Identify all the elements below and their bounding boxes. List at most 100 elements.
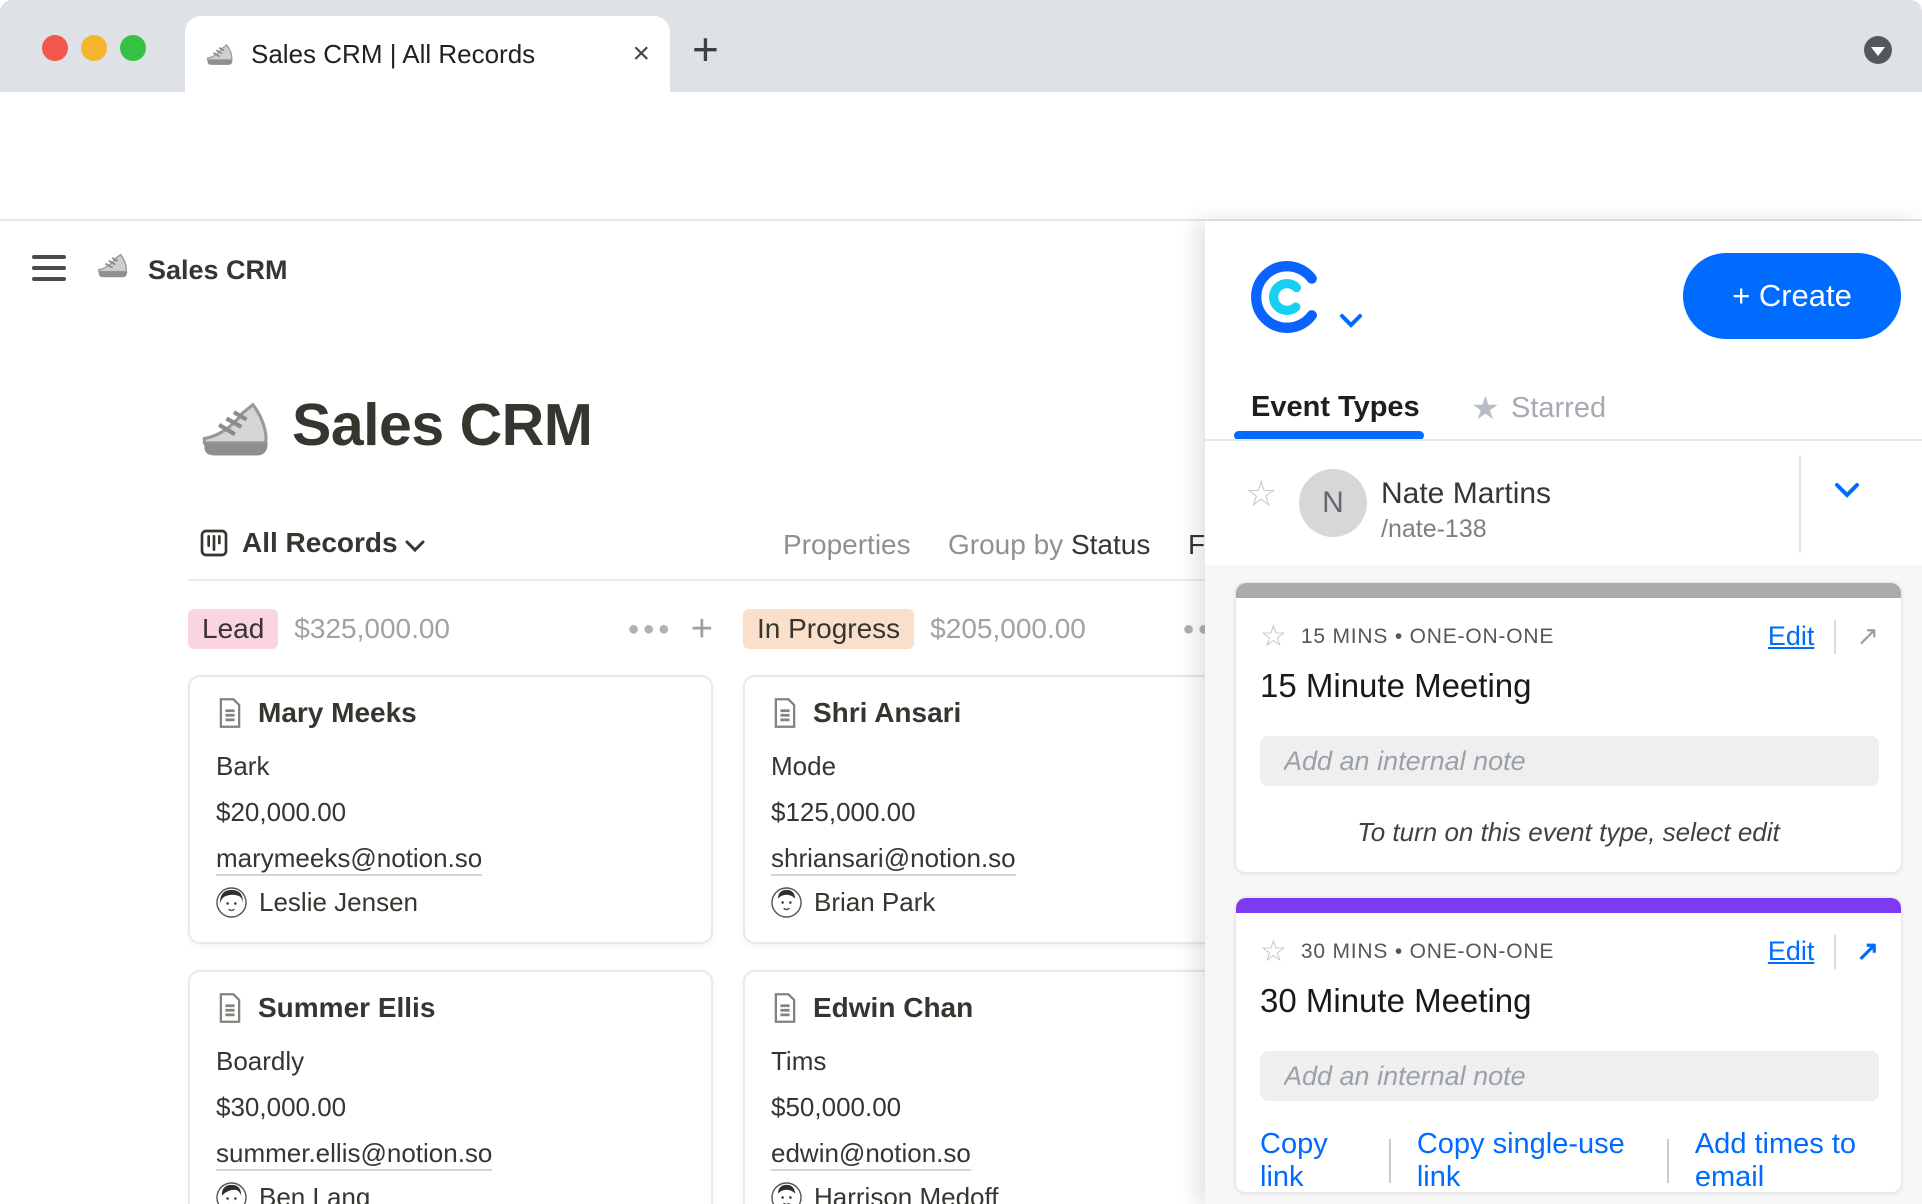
- board-column-in-progress: In Progress $205,000.00 ●●● + Shri Ansar…: [743, 603, 1268, 1204]
- tab-starred[interactable]: Starred: [1511, 392, 1606, 425]
- create-button[interactable]: + Create: [1683, 253, 1901, 339]
- column-total: $205,000.00: [930, 613, 1086, 645]
- breadcrumb-page-title[interactable]: Sales CRM: [148, 255, 288, 286]
- event-title: 30 Minute Meeting: [1260, 982, 1532, 1020]
- card-owner: Harrison Medoff: [771, 1182, 1240, 1204]
- card-amount: $20,000.00: [216, 795, 685, 829]
- internal-note-input[interactable]: [1260, 1051, 1879, 1101]
- add-times-to-email-link[interactable]: Add times to email: [1695, 1128, 1901, 1194]
- link-divider: [1389, 1139, 1391, 1183]
- edit-link[interactable]: Edit: [1768, 621, 1815, 652]
- meta-divider: [1834, 620, 1836, 654]
- hamburger-menu-icon[interactable]: [32, 255, 66, 281]
- column-header: In Progress $205,000.00 ●●● +: [743, 603, 1268, 655]
- link-divider: [1667, 1139, 1669, 1183]
- profile-row[interactable]: ☆ N Nate Martins /nate-138: [1205, 441, 1922, 565]
- tab-search-icon[interactable]: [1864, 36, 1892, 64]
- record-card[interactable]: Summer Ellis Boardly $30,000.00 summer.e…: [188, 970, 713, 1204]
- window-minimize-button[interactable]: [81, 35, 107, 61]
- event-meta-row: ☆ 30 MINS • ONE-ON-ONE Edit ↗: [1260, 934, 1879, 969]
- profile-chevron-down-icon[interactable]: [1833, 481, 1861, 499]
- tab-title: Sales CRM | All Records: [251, 39, 632, 70]
- card-company: Mode: [771, 749, 1240, 783]
- kanban-board: Lead $325,000.00 ●●● + Mary Meeks Bark $…: [188, 603, 1268, 1204]
- event-star-icon[interactable]: ☆: [1260, 934, 1287, 969]
- starred-tab-star-icon: ★: [1471, 389, 1500, 427]
- event-color-bar: [1236, 583, 1901, 598]
- event-card-15min: ☆ 15 MINS • ONE-ON-ONE Edit ↗ 15 Minute …: [1235, 582, 1902, 873]
- card-email[interactable]: marymeeks@notion.so: [216, 841, 685, 875]
- window-zoom-button[interactable]: [120, 35, 146, 61]
- page-title: Sales CRM: [292, 391, 592, 459]
- card-name: Summer Ellis: [258, 992, 435, 1024]
- card-company: Bark: [216, 749, 685, 783]
- tab-event-types[interactable]: Event Types: [1251, 391, 1420, 424]
- copy-link[interactable]: Copy link: [1260, 1128, 1363, 1194]
- doc-icon: [216, 697, 244, 729]
- column-add-icon[interactable]: +: [691, 608, 713, 651]
- record-card[interactable]: Shri Ansari Mode $125,000.00 shriansari@…: [743, 675, 1268, 944]
- tab-close-icon[interactable]: ×: [632, 39, 650, 69]
- status-badge: In Progress: [743, 609, 914, 649]
- event-meta: 15 MINS • ONE-ON-ONE: [1301, 625, 1554, 649]
- column-menu-icon[interactable]: ●●●: [628, 618, 673, 641]
- profile-divider: [1799, 455, 1801, 553]
- screenshot-root: { "browser": { "tab_title": "Sales CRM |…: [0, 0, 1922, 1204]
- meta-divider: [1834, 935, 1836, 969]
- event-star-icon[interactable]: ☆: [1260, 619, 1287, 654]
- card-company: Tims: [771, 1044, 1240, 1078]
- internal-note-input[interactable]: [1260, 736, 1879, 786]
- browser-tab[interactable]: Sales CRM | All Records ×: [185, 16, 670, 92]
- page-sneaker-icon[interactable]: [198, 393, 274, 463]
- board-view-icon: [198, 527, 230, 559]
- card-company: Boardly: [216, 1044, 685, 1078]
- profile-avatar: N: [1299, 469, 1367, 537]
- topbar-sneaker-icon: [96, 249, 130, 281]
- tab-favicon-sneaker-icon: [205, 40, 235, 68]
- profile-name: Nate Martins: [1381, 477, 1551, 511]
- owner-avatar: [216, 887, 247, 918]
- event-type-list: ☆ 15 MINS • ONE-ON-ONE Edit ↗ 15 Minute …: [1205, 565, 1922, 1204]
- card-owner: Brian Park: [771, 887, 1240, 918]
- profile-slug: /nate-138: [1381, 515, 1487, 544]
- view-chevron-down-icon[interactable]: [404, 539, 426, 553]
- card-amount: $50,000.00: [771, 1090, 1240, 1124]
- card-name: Mary Meeks: [258, 697, 417, 729]
- calendly-extension-panel: + Create Event Types ★ Starred ☆ N Nate …: [1205, 221, 1922, 1204]
- event-meta: 30 MINS • ONE-ON-ONE: [1301, 940, 1554, 964]
- open-external-icon[interactable]: ↗: [1856, 936, 1879, 967]
- card-owner: Leslie Jensen: [216, 887, 685, 918]
- status-badge: Lead: [188, 609, 278, 649]
- event-hint: To turn on this event type, select edit: [1236, 817, 1901, 848]
- copy-single-use-link[interactable]: Copy single-use link: [1417, 1128, 1641, 1194]
- toolbar-group-by[interactable]: Group by Status: [948, 529, 1150, 561]
- event-meta-row: ☆ 15 MINS • ONE-ON-ONE Edit ↗: [1260, 619, 1879, 654]
- card-owner: Ben Lang: [216, 1182, 685, 1204]
- card-name: Edwin Chan: [813, 992, 973, 1024]
- card-amount: $125,000.00: [771, 795, 1240, 829]
- record-card[interactable]: Edwin Chan Tims $50,000.00 edwin@notion.…: [743, 970, 1268, 1204]
- open-external-icon[interactable]: ↗: [1856, 621, 1879, 652]
- column-header: Lead $325,000.00 ●●● +: [188, 603, 713, 655]
- event-title: 15 Minute Meeting: [1260, 667, 1532, 705]
- new-tab-button[interactable]: +: [692, 22, 719, 76]
- owner-avatar: [216, 1182, 247, 1204]
- profile-star-icon[interactable]: ☆: [1245, 473, 1277, 515]
- record-card[interactable]: Mary Meeks Bark $20,000.00 marymeeks@not…: [188, 675, 713, 944]
- doc-icon: [771, 992, 799, 1024]
- column-total: $325,000.00: [294, 613, 450, 645]
- card-email[interactable]: edwin@notion.so: [771, 1136, 1240, 1170]
- view-selector[interactable]: All Records: [242, 527, 398, 559]
- edit-link[interactable]: Edit: [1768, 936, 1815, 967]
- card-amount: $30,000.00: [216, 1090, 685, 1124]
- doc-icon: [771, 697, 799, 729]
- account-chevron-down-icon[interactable]: [1339, 313, 1363, 329]
- owner-avatar: [771, 1182, 802, 1204]
- card-name: Shri Ansari: [813, 697, 961, 729]
- owner-avatar: [771, 887, 802, 918]
- calendly-logo[interactable]: [1249, 259, 1325, 335]
- card-email[interactable]: summer.ellis@notion.so: [216, 1136, 685, 1170]
- toolbar-properties[interactable]: Properties: [783, 529, 911, 561]
- card-email[interactable]: shriansari@notion.so: [771, 841, 1240, 875]
- window-close-button[interactable]: [42, 35, 68, 61]
